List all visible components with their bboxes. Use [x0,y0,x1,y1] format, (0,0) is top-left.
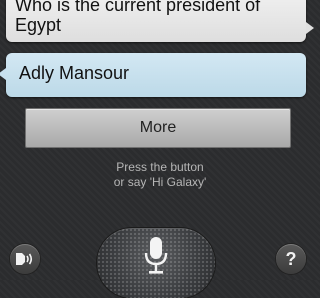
hint-line-2: or say 'Hi Galaxy' [113,175,207,189]
help-button[interactable]: ? [276,244,306,274]
more-button-label: More [139,119,177,136]
voice-hint: Press the button or say 'Hi Galaxy' [0,160,320,190]
more-button[interactable]: More [25,108,291,148]
mic-button[interactable] [97,228,215,298]
speaker-feedback-button[interactable] [10,244,40,274]
speaker-feedback-icon [16,253,33,265]
microphone-icon [144,237,168,274]
help-icon: ? [285,249,297,269]
answer-bubble: Adly Mansour [0,53,306,97]
answer-text: Adly Mansour [19,63,130,83]
question-text: Who is the current president of Egypt [15,0,261,35]
hint-line-1: Press the button [116,160,204,174]
question-bubble: Who is the current president of Egypt [6,0,314,42]
